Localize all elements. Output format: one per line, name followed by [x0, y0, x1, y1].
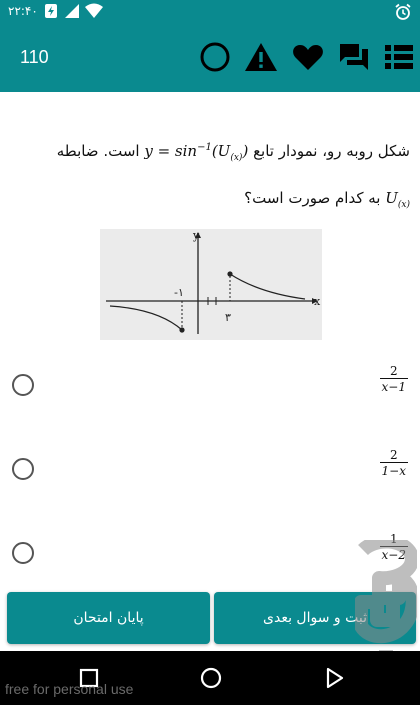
- option-1-numerator: 2: [389, 364, 398, 378]
- tick-label-pos: ۳: [225, 311, 231, 324]
- flash-icon: [44, 3, 58, 23]
- left-endpoint: [179, 327, 185, 333]
- question-text-before: شکل روبه رو، نمودار تابع: [253, 142, 410, 160]
- back-icon[interactable]: [322, 665, 348, 691]
- formula-sup: −1: [197, 142, 212, 153]
- signal-icon: [64, 3, 80, 23]
- option-2-fraction: 2 1−x: [379, 448, 408, 478]
- tick-label-neg: -۱: [174, 286, 184, 299]
- question-text-after: است. ضابطه: [56, 142, 140, 160]
- option-1-denominator: x−1: [379, 378, 408, 394]
- app-bar: 110: [0, 24, 420, 92]
- option-1[interactable]: 2 x−1: [0, 364, 420, 434]
- right-endpoint: [227, 271, 233, 277]
- warning-icon[interactable]: [242, 38, 280, 76]
- question-counter: 110: [20, 47, 49, 67]
- line2-var: U: [385, 189, 398, 207]
- wifi-icon: [84, 3, 104, 23]
- option-1-radio[interactable]: [12, 374, 34, 396]
- x-label: x: [314, 295, 321, 308]
- option-2-numerator: 2: [389, 448, 398, 462]
- question-formula: y = sin−1(U(x)): [144, 142, 249, 163]
- question-text: شکل روبه رو، نمودار تابع y = sin−1(U(x))…: [14, 128, 410, 225]
- status-bar: ۲۲:۴۰: [0, 0, 420, 24]
- line2-sub: (x): [397, 200, 410, 210]
- alarm-icon: [394, 3, 412, 25]
- y-label: y: [192, 229, 200, 242]
- end-exam-button[interactable]: پایان امتحان: [7, 592, 210, 644]
- right-curve: [229, 273, 306, 300]
- question-line2-text: به کدام صورت است؟: [244, 189, 381, 207]
- formula-arg: (U: [211, 142, 231, 160]
- option-2-denominator: 1−x: [379, 462, 408, 478]
- option-3-radio[interactable]: [12, 542, 34, 564]
- question-line-2: U(x) به کدام صورت است؟: [14, 178, 410, 225]
- question-var: U(x): [385, 189, 410, 210]
- watermark-text: free for personal use: [5, 681, 134, 697]
- left-curve: [109, 305, 183, 331]
- question-line-1: شکل روبه رو، نمودار تابع y = sin−1(U(x))…: [14, 128, 410, 178]
- option-1-fraction: 2 x−1: [379, 364, 408, 394]
- status-time: ۲۲:۴۰: [8, 4, 38, 18]
- chat-icon[interactable]: [335, 38, 373, 76]
- heart-icon[interactable]: [289, 38, 327, 76]
- function-graph: x y -۱ ۳: [100, 229, 322, 340]
- formula-lhs: y = sin: [144, 142, 198, 160]
- home-icon[interactable]: [198, 665, 224, 691]
- circle-icon[interactable]: [196, 38, 234, 76]
- formula-sub: (x): [230, 153, 243, 163]
- graph-svg: x y -۱ ۳: [106, 229, 321, 334]
- formula-close: ): [242, 142, 249, 160]
- nav-bar: free for personal use: [0, 651, 420, 705]
- option-2-radio[interactable]: [12, 458, 34, 480]
- option-2[interactable]: 2 1−x: [0, 448, 420, 518]
- list-icon[interactable]: [380, 38, 418, 76]
